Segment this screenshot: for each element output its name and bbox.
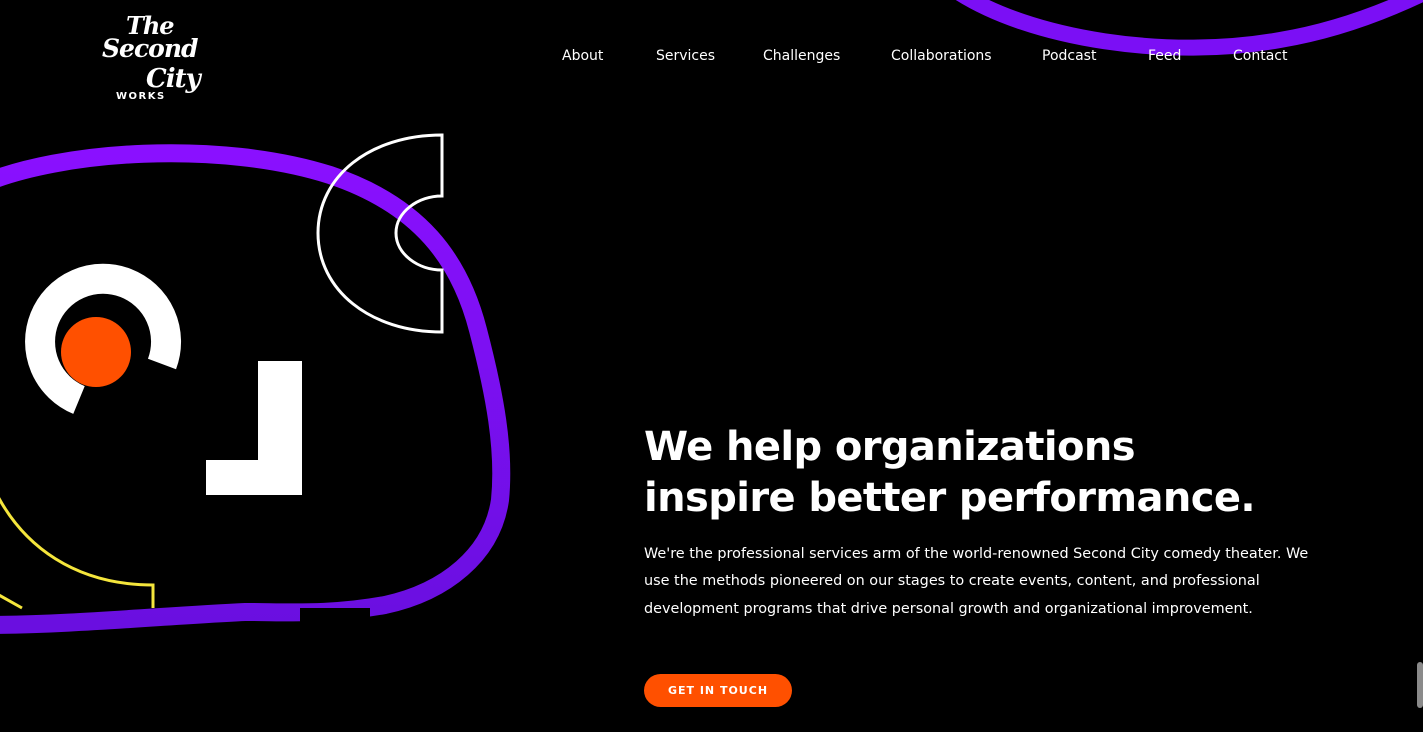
nav-item-services[interactable]: Services [656, 48, 715, 64]
hero-headline: We help organizations inspire better per… [644, 422, 1344, 524]
hero-headline-line-2: inspire better performance. [644, 475, 1256, 521]
orange-dot [61, 317, 131, 387]
purple-blob [0, 144, 511, 634]
nav-item-challenges[interactable]: Challenges [763, 48, 840, 64]
scrollbar-thumb[interactable] [1417, 662, 1423, 708]
purple-arc-top [955, 0, 1423, 56]
white-l-shape [206, 361, 302, 495]
logo-text-city: City [146, 64, 201, 94]
hero-headline-line-1: We help organizations [644, 424, 1136, 470]
main-nav: About Services Challenges Collaborations… [0, 48, 1423, 68]
hero-description: We're the professional services arm of t… [644, 546, 1309, 617]
nav-item-contact[interactable]: Contact [1233, 48, 1287, 64]
nav-item-collaborations[interactable]: Collaborations [891, 48, 992, 64]
yellow-outline [0, 496, 155, 608]
page: The Second City WORKS About Services Cha… [0, 0, 1423, 732]
white-c-outline [316, 133, 444, 334]
get-in-touch-button[interactable]: GET IN TOUCH [644, 674, 792, 707]
white-ring [25, 263, 181, 414]
nav-item-feed[interactable]: Feed [1148, 48, 1181, 64]
logo-text-works: WORKS [116, 91, 166, 102]
nav-item-about[interactable]: About [562, 48, 603, 64]
nav-item-podcast[interactable]: Podcast [1042, 48, 1096, 64]
